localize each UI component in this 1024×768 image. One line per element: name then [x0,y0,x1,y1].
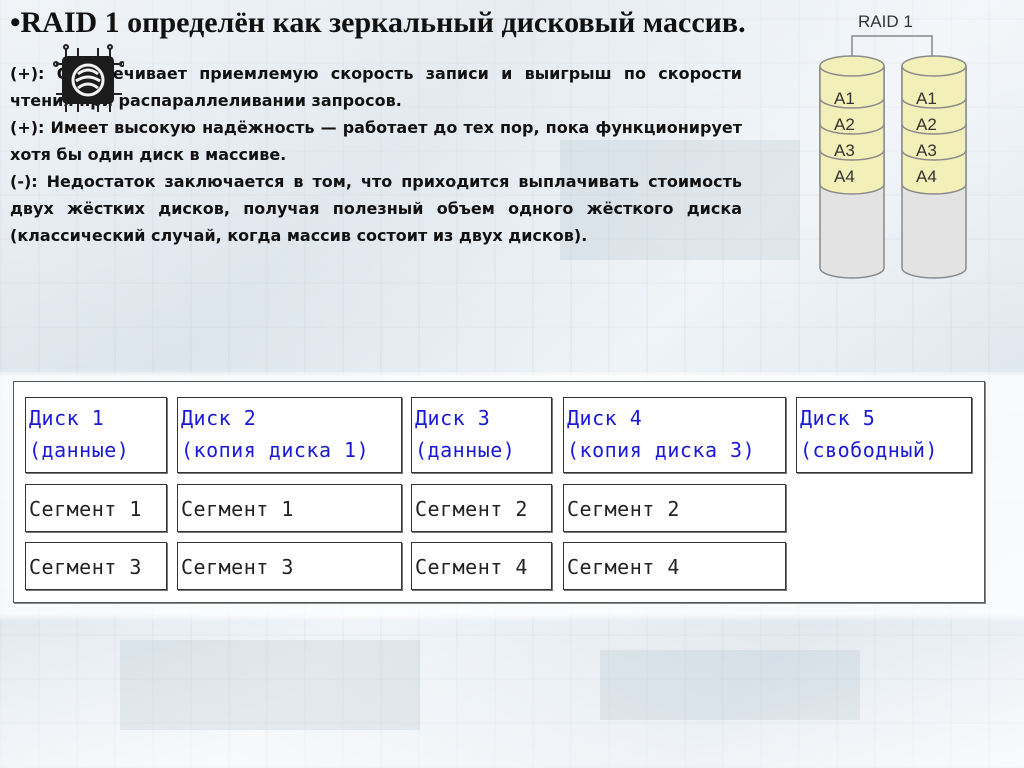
disk-header: Диск 3 (данные) [411,397,552,473]
segment-cell: Сегмент 3 [177,542,402,590]
disk-cylinder-1: A1 A2 A3 A4 [819,55,885,279]
disk-header-role: (свободный) [800,438,938,462]
disk-header-name: Диск 3 [415,406,491,430]
raid-bracket [851,35,933,56]
disk-header-role: (копия диска 3) [567,438,756,462]
raid-diagram: A1 A2 A3 A4 A1 A2 A3 A4 [819,35,967,279]
disk-header: Диск 2 (копия диска 1) [177,397,402,473]
raid-diagram-label: RAID 1 [858,12,913,31]
disk-header-name: Диск 4 [567,406,643,430]
paragraph: (-): Недостаток заключается в том, что п… [10,172,742,245]
disk-header: Диск 4 (копия диска 3) [563,397,786,473]
segment-cell: Сегмент 2 [411,484,552,532]
disk-cylinder-2: A1 A2 A3 A4 [901,55,967,279]
paragraph: (+): Имеет высокую надёжность — работает… [10,118,742,164]
segment-cell: Сегмент 4 [563,542,786,590]
slide-title: •RAID 1 определён как зеркальный дисковы… [10,6,746,39]
block-label: A2 [916,115,937,134]
disk-header-role: (данные) [29,438,130,462]
block-label: A1 [916,89,937,108]
block-label: A4 [834,167,855,186]
block-label: A2 [834,115,855,134]
segment-cell: Сегмент 4 [411,542,552,590]
block-label: A4 [916,167,937,186]
disk-header: Диск 5 (свободный) [796,397,972,473]
disk-header: Диск 1 (данные) [25,397,167,473]
block-label: A1 [834,89,855,108]
block-label: A3 [834,141,855,160]
block-label: A3 [916,141,937,160]
disk-header-name: Диск 2 [181,406,257,430]
segment-cell: Сегмент 1 [177,484,402,532]
disk-header-role: (копия диска 1) [181,438,370,462]
disk-header-name: Диск 5 [800,406,876,430]
segment-cell: Сегмент 2 [563,484,786,532]
background-shape [600,650,860,720]
disk-header-name: Диск 1 [29,406,105,430]
background-shape [120,640,420,730]
segment-cell: Сегмент 1 [25,484,167,532]
chip-icon [53,44,124,112]
disk-header-role: (данные) [415,438,516,462]
segment-cell: Сегмент 3 [25,542,167,590]
